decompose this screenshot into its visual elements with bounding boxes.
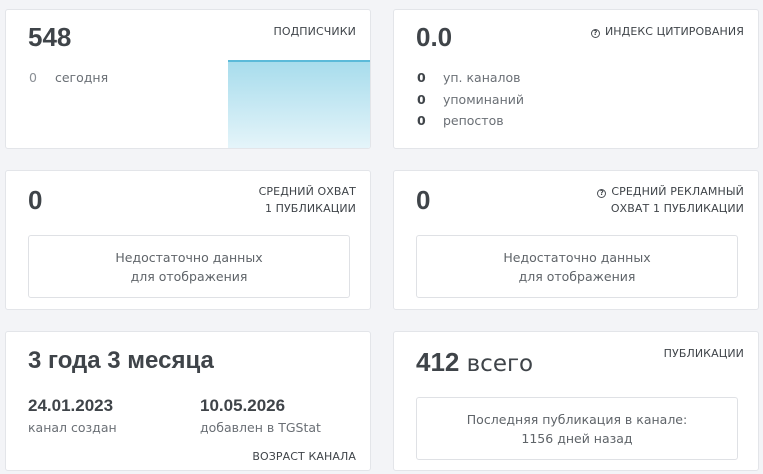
avg-reach-label-line2: 1 ПУБЛИКАЦИИ (264, 202, 356, 215)
citation-label: ИНДЕКС ЦИТИРОВАНИЯ (604, 25, 744, 38)
publications-total: 412 всего (416, 347, 533, 378)
mentions-label: упоминаний (442, 92, 525, 107)
publications-card: 412 всего ПУБЛИКАЦИИ Последняя публикаци… (393, 331, 759, 471)
publications-label: ПУБЛИКАЦИИ (663, 347, 744, 360)
publications-value: 412 (416, 347, 460, 377)
reposts-count: 0 (417, 113, 426, 128)
avg-reach-value: 0 (28, 185, 43, 215)
avg-reach-nodata-line2: для отображения (130, 268, 248, 284)
channel-age-value: 3 года 3 месяца (28, 347, 214, 374)
subscribers-card: 548 ПОДПИСЧИКИ 0 сегодня (5, 9, 371, 149)
citation-row-mentions: 0 упоминаний (417, 92, 524, 107)
subscribers-sparkline (228, 60, 370, 148)
last-publication-box: Последняя публикация в канале: 1156 дней… (416, 397, 738, 460)
avg-reach-card: 0 СРЕДНИЙ ОХВАТ 1 ПУБЛИКАЦИИ Недостаточн… (5, 170, 371, 310)
avg-reach-label-line1: СРЕДНИЙ ОХВАТ (258, 185, 356, 198)
publications-suffix: всего (466, 351, 534, 377)
today-count: 0 (29, 70, 37, 85)
created-label: канал создан (28, 420, 117, 435)
added-date: 10.05.2026 (200, 396, 286, 415)
last-publication-line2: 1156 дней назад (521, 430, 633, 446)
avg-ad-reach-nodata: Недостаточно данных для отображения (416, 235, 738, 298)
subscribers-value: 548 (28, 22, 72, 52)
channels-label: уп. каналов (442, 70, 521, 85)
avg-ad-reach-nodata-line1: Недостаточно данных (503, 249, 651, 265)
subscribers-today: 0 сегодня (29, 70, 108, 85)
question-icon[interactable]: ? (590, 29, 600, 38)
avg-reach-nodata: Недостаточно данных для отображения (28, 235, 350, 298)
channel-age-card: 3 года 3 месяца 24.01.2023 канал создан … (5, 331, 371, 471)
citation-value: 0.0 (416, 22, 453, 52)
mentions-count: 0 (417, 92, 426, 107)
citation-row-reposts: 0 репостов (417, 113, 504, 128)
avg-reach-label: СРЕДНИЙ ОХВАТ 1 ПУБЛИКАЦИИ (259, 183, 356, 217)
channel-age-label: ВОЗРАСТ КАНАЛА (252, 450, 356, 463)
added-label: добавлен в TGStat (200, 420, 321, 435)
avg-ad-reach-card: 0 ? СРЕДНИЙ РЕКЛАМНЫЙ ОХВАТ 1 ПУБЛИКАЦИИ … (393, 170, 759, 310)
citation-row-channels: 0 уп. каналов (417, 70, 521, 85)
citation-label-wrap: ? ИНДЕКС ЦИТИРОВАНИЯ (590, 23, 744, 40)
citation-card: 0.0 ? ИНДЕКС ЦИТИРОВАНИЯ 0 уп. каналов 0 … (393, 9, 759, 149)
avg-ad-reach-value: 0 (416, 185, 431, 215)
avg-ad-reach-label-line1: СРЕДНИЙ РЕКЛАМНЫЙ (611, 185, 744, 198)
avg-ad-reach-label-line2: ОХВАТ 1 ПУБЛИКАЦИИ (610, 202, 744, 215)
question-icon[interactable]: ? (597, 189, 607, 198)
avg-ad-reach-label: ? СРЕДНИЙ РЕКЛАМНЫЙ ОХВАТ 1 ПУБЛИКАЦИИ (597, 183, 744, 217)
avg-reach-nodata-line1: Недостаточно данных (115, 249, 263, 265)
channels-count: 0 (417, 70, 426, 85)
reposts-label: репостов (442, 113, 504, 128)
today-label: сегодня (54, 70, 109, 85)
created-date: 24.01.2023 (28, 396, 114, 415)
last-publication-line1: Последняя публикация в канале: (466, 411, 688, 427)
subscribers-label: ПОДПИСЧИКИ (273, 25, 356, 38)
avg-ad-reach-nodata-line2: для отображения (518, 268, 636, 284)
